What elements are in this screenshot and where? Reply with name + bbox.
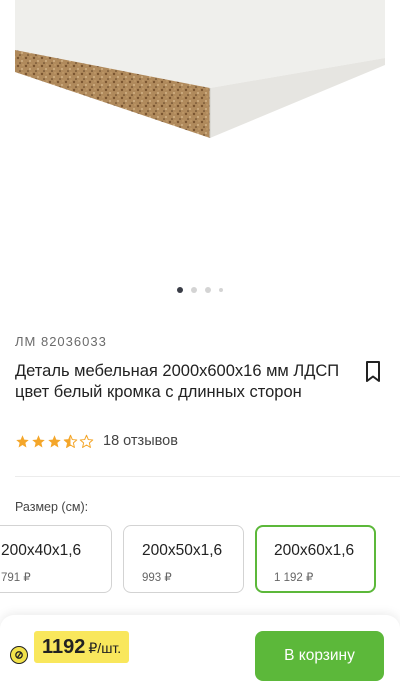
product-sku: ЛМ 82036033 <box>15 334 107 349</box>
product-image[interactable] <box>0 0 400 285</box>
size-option-2[interactable]: 200x50x1,6 993 ₽ <box>123 525 244 593</box>
carousel-dot-2[interactable] <box>191 287 197 293</box>
price-unit: ₽/шт. <box>88 640 122 656</box>
star-half-icon <box>63 434 78 448</box>
rating-stars <box>15 434 94 449</box>
price-value: 1192 <box>42 636 86 658</box>
bookmark-icon[interactable] <box>362 360 384 384</box>
bottom-purchase-bar: 1192 ₽/шт. В корзину <box>0 615 400 697</box>
carousel-dot-1[interactable] <box>177 287 183 293</box>
size-option-price: 791 ₽ <box>1 572 31 584</box>
divider <box>15 476 400 477</box>
star-empty-icon <box>79 434 94 448</box>
reviews-link[interactable]: 18 отзывов <box>103 433 178 449</box>
size-option-price: 993 ₽ <box>142 572 172 584</box>
product-title: Деталь мебельная 2000x600x16 мм ЛДСП цве… <box>15 362 340 401</box>
size-option-3-selected[interactable]: 200x60x1,6 1 192 ₽ <box>255 525 376 593</box>
carousel-dot-3[interactable] <box>205 287 211 293</box>
coin-icon <box>10 646 28 664</box>
size-option-value: 200x60x1,6 <box>274 542 355 559</box>
product-rating: 18 отзывов <box>15 433 178 449</box>
add-to-cart-button[interactable]: В корзину <box>255 631 384 681</box>
size-label: Размер (см): <box>15 500 89 514</box>
carousel-dot-4[interactable] <box>219 288 223 292</box>
price-badge: 1192 ₽/шт. <box>34 631 130 663</box>
star-icon <box>16 434 29 447</box>
size-option-value: 200x50x1,6 <box>142 542 223 559</box>
size-option-1[interactable]: 200x40x1,6 791 ₽ <box>0 525 112 593</box>
size-option-value: 200x40x1,6 <box>1 542 82 559</box>
star-icon <box>32 434 45 447</box>
star-icon <box>48 434 61 447</box>
size-option-price: 1 192 ₽ <box>274 572 314 584</box>
image-carousel-dots[interactable] <box>0 285 400 295</box>
product-photo <box>15 0 385 138</box>
